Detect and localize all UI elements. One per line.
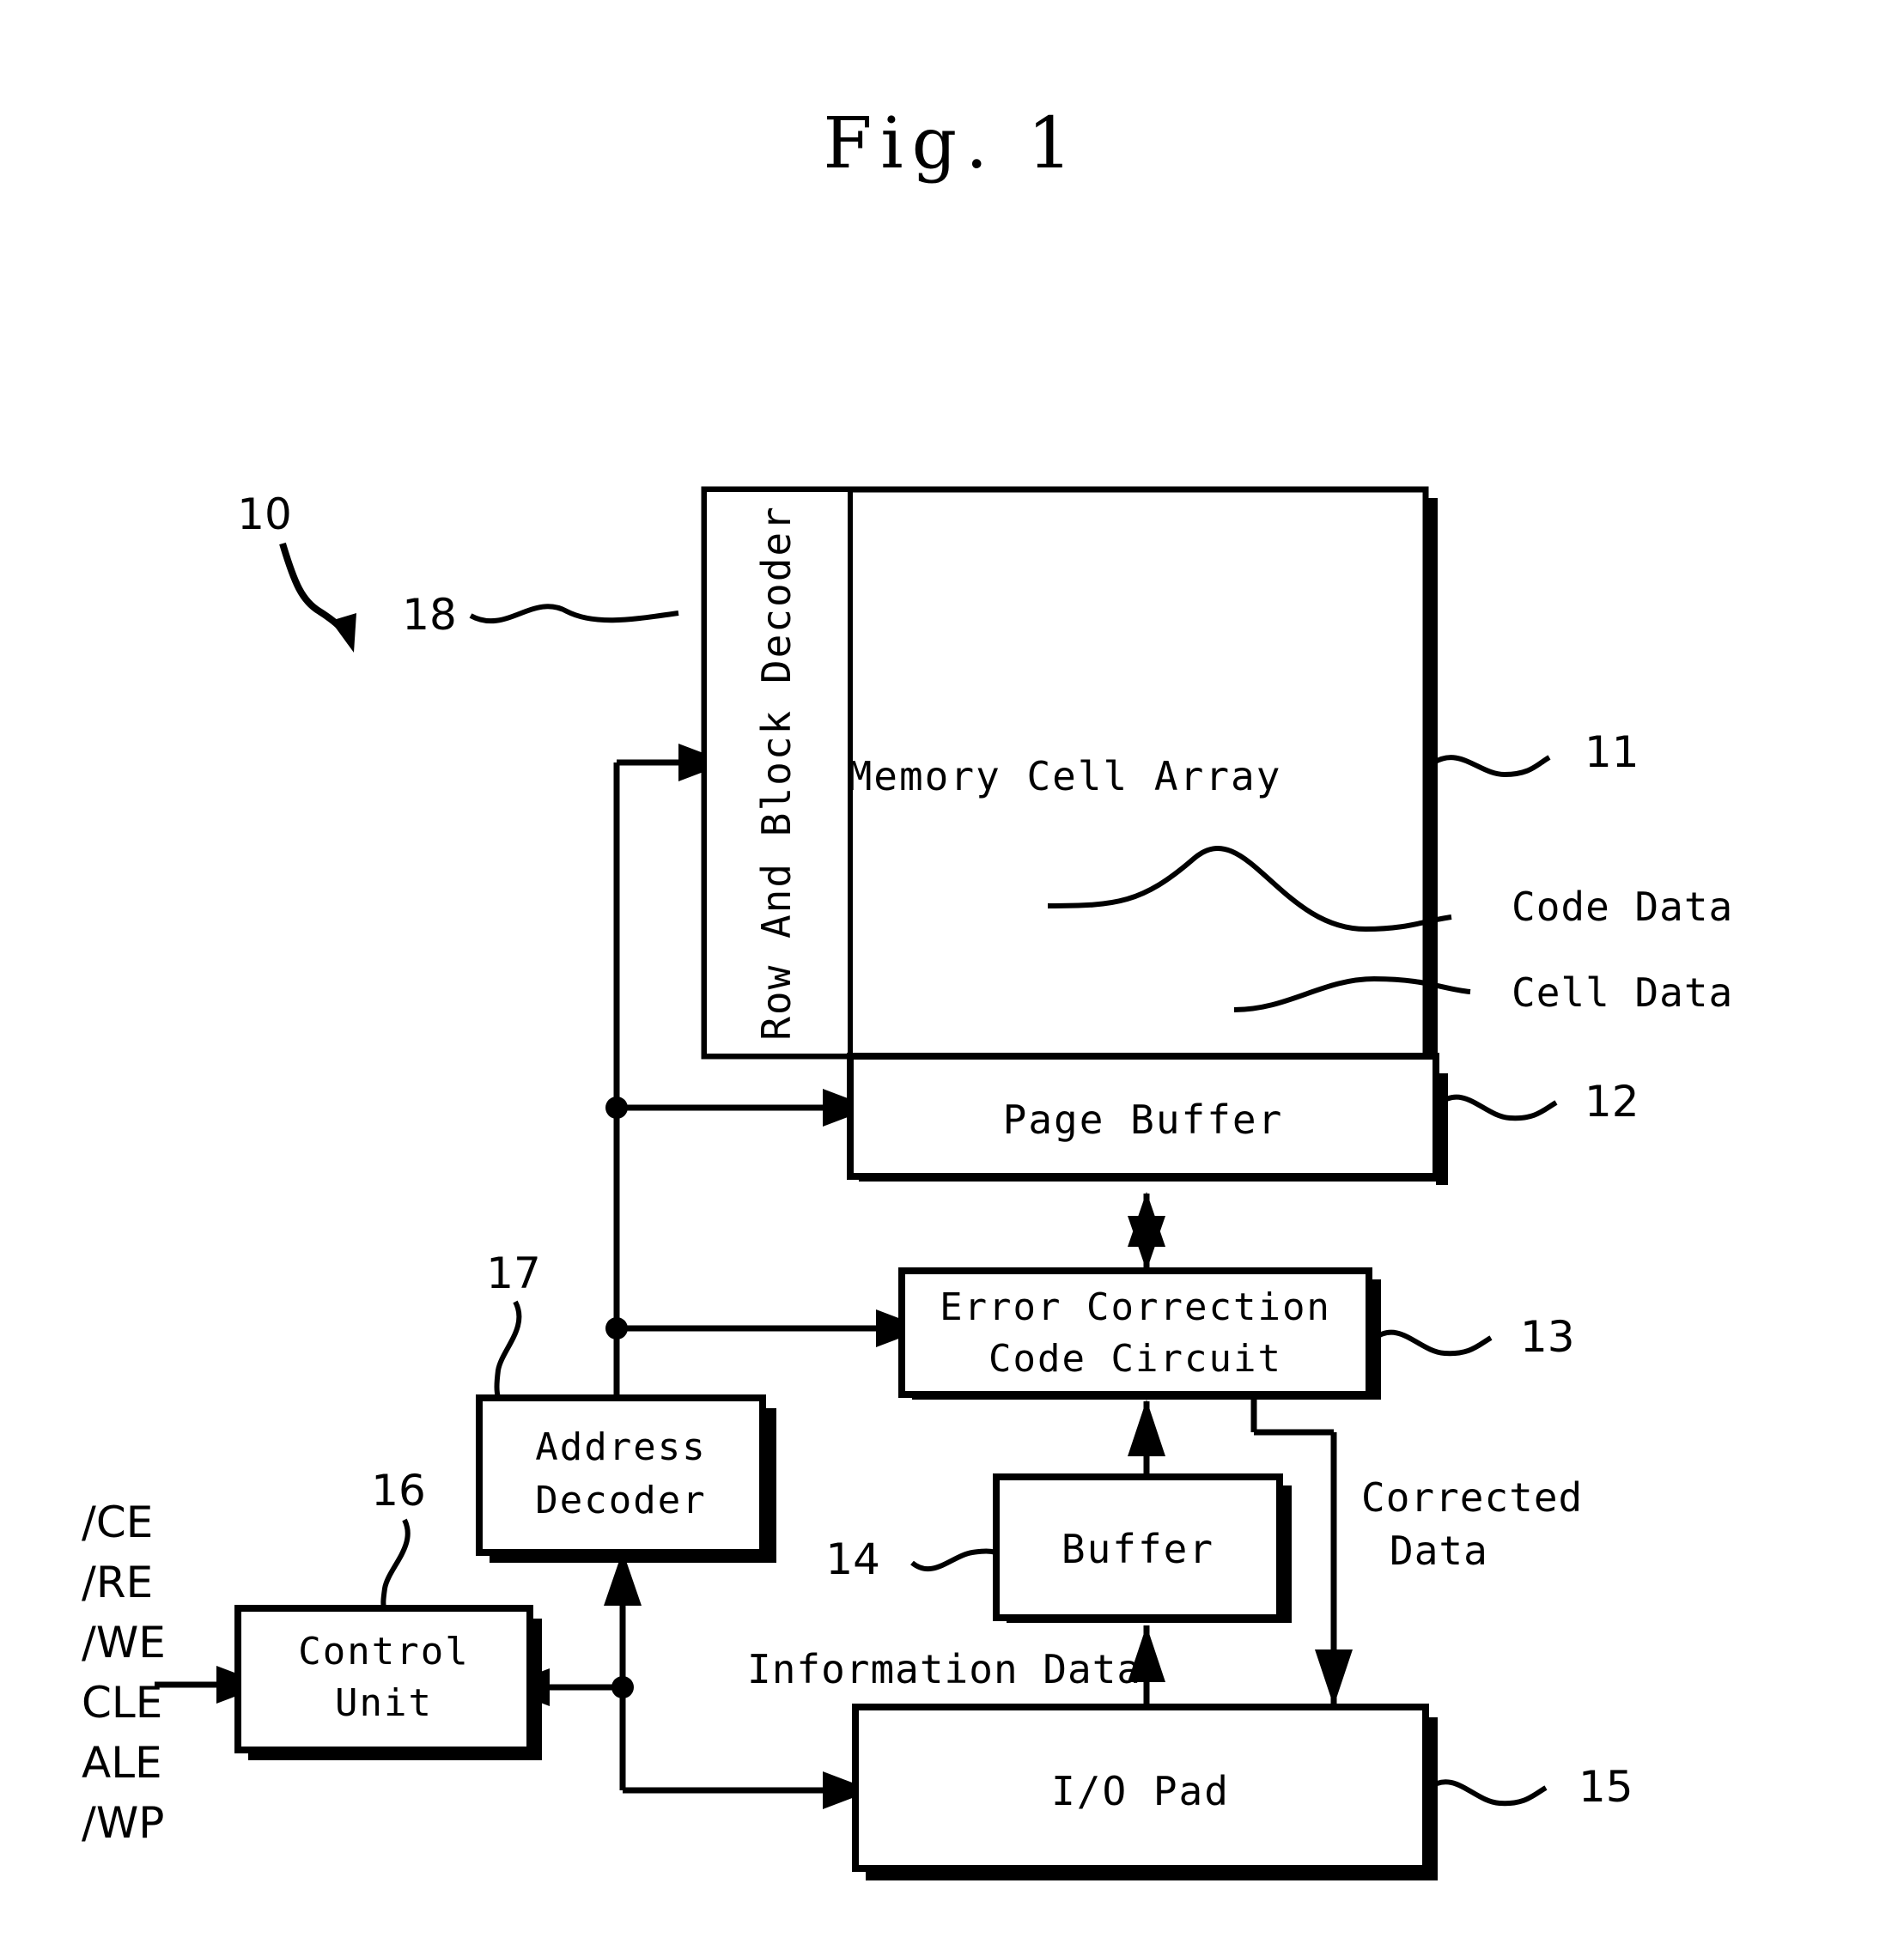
address-decoder-label-line1: Address bbox=[535, 1425, 706, 1469]
row-block-decoder-block: Row And Block Decoder bbox=[753, 505, 800, 1041]
control-unit-label-line2: Unit bbox=[335, 1681, 433, 1725]
buffer-label: Buffer bbox=[1061, 1526, 1214, 1572]
ref-12-leader bbox=[1438, 1094, 1558, 1121]
ref-number-16: 16 bbox=[371, 1466, 426, 1516]
io-pad-label: I/O Pad bbox=[1051, 1768, 1230, 1814]
ref-number-12: 12 bbox=[1585, 1077, 1639, 1127]
diagram-canvas: Memory Cell Array Row And Block Decoder … bbox=[82, 486, 1733, 1880]
ref-number-15: 15 bbox=[1579, 1762, 1633, 1812]
information-data-label: Information Data bbox=[747, 1646, 1141, 1692]
signal-4: ALE bbox=[82, 1738, 162, 1788]
page-buffer-block: Page Buffer bbox=[847, 1053, 1439, 1180]
ref-number-17: 17 bbox=[486, 1248, 541, 1298]
row-block-decoder-label: Row And Block Decoder bbox=[753, 505, 800, 1041]
ecc-label-line2: Code Circuit bbox=[988, 1337, 1282, 1381]
address-decoder-block: Address Decoder bbox=[476, 1394, 766, 1556]
signal-1: /RE bbox=[82, 1558, 153, 1607]
buffer-block: Buffer bbox=[993, 1473, 1283, 1621]
signal-2: /WE bbox=[82, 1618, 166, 1668]
address-decoder-label-line2: Decoder bbox=[535, 1479, 706, 1522]
control-signal-list: /CE /RE /WE CLE ALE /WP bbox=[82, 1498, 166, 1848]
io-pad-block: I/O Pad bbox=[852, 1704, 1429, 1872]
ref-number-10: 10 bbox=[237, 489, 292, 539]
ref-number-13: 13 bbox=[1520, 1312, 1575, 1362]
control-unit-block: Control Unit bbox=[234, 1605, 533, 1753]
ref-number-11: 11 bbox=[1585, 727, 1639, 777]
ref-16-leader bbox=[380, 1518, 411, 1609]
patent-figure-page: Fig. 1 Memory Cell Array Row And Block D… bbox=[0, 0, 1904, 1938]
corrected-data-label-line2: Data bbox=[1390, 1528, 1488, 1574]
ref-18-leader bbox=[469, 604, 679, 624]
ref-15-leader bbox=[1427, 1779, 1548, 1807]
memory-cell-array-label: Memory Cell Array bbox=[849, 753, 1282, 799]
signal-0: /CE bbox=[82, 1498, 153, 1547]
code-data-label: Code Data bbox=[1512, 884, 1733, 930]
signal-5: /WP bbox=[82, 1798, 164, 1848]
corrected-data-label-line1: Corrected bbox=[1361, 1474, 1583, 1521]
page-buffer-label: Page Buffer bbox=[1003, 1097, 1284, 1143]
ref-number-14: 14 bbox=[825, 1534, 880, 1584]
ref-14-leader bbox=[910, 1548, 997, 1571]
ref-11-leader bbox=[1431, 755, 1551, 778]
ecc-label-line1: Error Correction bbox=[940, 1285, 1331, 1329]
control-unit-label-line1: Control bbox=[298, 1630, 469, 1674]
signal-3: CLE bbox=[82, 1678, 162, 1728]
ref-10-leader bbox=[279, 542, 356, 653]
ecc-circuit-block: Error Correction Code Circuit bbox=[898, 1267, 1372, 1398]
ref-17-leader bbox=[494, 1300, 522, 1399]
cell-data-label: Cell Data bbox=[1512, 969, 1733, 1016]
memory-cell-array-block: Memory Cell Array bbox=[701, 486, 1429, 1060]
ref-13-leader bbox=[1372, 1329, 1493, 1357]
ref-number-18: 18 bbox=[402, 590, 457, 640]
